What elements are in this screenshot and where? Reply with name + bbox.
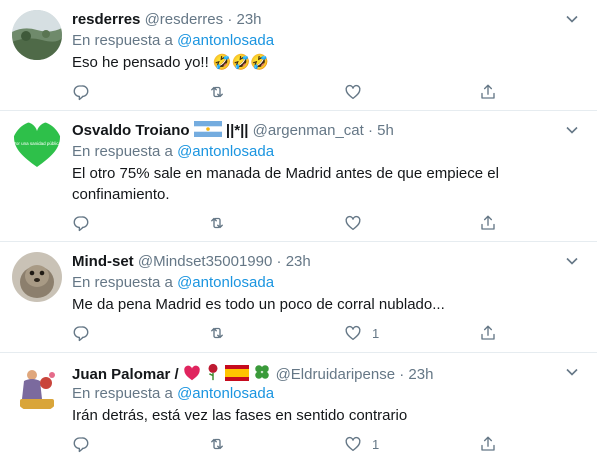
action-bar [72,82,502,102]
separator: · [367,122,373,139]
mention-link[interactable]: @antonlosada [177,143,274,160]
avatar-caption: Por una sanidad pública [13,141,62,146]
reply-button[interactable] [72,323,90,343]
tweet[interactable]: Por una sanidad pública Osvaldo Troiano … [0,111,597,242]
tweet-header: resderres @resderres · 23h [72,10,587,30]
like-count: 1 [372,325,380,341]
tweet[interactable]: Juan Palomar / @Eldruidaripense · 23h En… [0,353,597,459]
timestamp[interactable]: 23h [408,366,433,383]
retweet-icon [211,217,223,229]
like-button[interactable] [344,82,372,102]
tweet-header: Osvaldo Troiano ||*|| @argenman_cat · 5h [72,121,587,141]
chevron-down-icon[interactable] [565,12,579,26]
chevron-down-icon[interactable] [565,123,579,137]
reply-prefix: En respuesta a [72,274,173,291]
tweet[interactable]: resderres @resderres · 23h En respuesta … [0,0,597,111]
tweet-text: El otro 75% sale en manada de Madrid ant… [72,165,499,203]
user-handle[interactable]: @Mindset35001990 [138,253,273,270]
reply-button[interactable] [72,213,90,233]
user-handle[interactable]: @Eldruidaripense [276,366,395,383]
reply-icon [73,85,89,101]
like-count: 1 [372,436,380,452]
tweet[interactable]: Mind-set @Mindset35001990 · 23h En respu… [0,242,597,353]
like-button[interactable] [344,213,372,233]
four-leaf-clover-icon [255,365,270,379]
action-bar [72,213,502,233]
timestamp[interactable]: 23h [286,253,311,270]
action-bar: 1 [72,434,502,454]
reply-context: En respuesta a @antonlosada [72,31,587,51]
reply-context: En respuesta a @antonlosada [72,273,587,293]
reply-context: En respuesta a @antonlosada [72,142,587,162]
tweet-header: Mind-set @Mindset35001990 · 23h [72,252,587,272]
landscape-photo-avatar [12,10,62,60]
share-button[interactable] [479,323,497,343]
separator: · [399,366,405,383]
display-name[interactable]: Osvaldo Troiano [72,122,190,139]
like-icon [345,436,361,452]
share-icon [481,436,495,451]
share-button[interactable] [479,213,497,233]
retweet-button[interactable] [208,323,226,343]
reply-prefix: En respuesta a [72,32,173,49]
display-name-suffix: ||*|| [225,122,249,139]
share-icon [481,215,495,230]
timestamp[interactable]: 5h [377,122,394,139]
retweet-button[interactable] [208,82,226,102]
retweet-button[interactable] [208,213,226,233]
tweet-header: Juan Palomar / @Eldruidaripense · 23h [72,363,587,383]
like-icon [345,215,361,231]
chevron-down-icon[interactable] [565,365,579,379]
retweet-icon [211,86,223,98]
reply-icon [73,437,89,453]
tweet-text: Me da pena Madrid es todo un poco de cor… [72,296,445,313]
reply-prefix: En respuesta a [72,385,173,402]
avatar[interactable] [12,252,62,302]
tweet-text: Eso he pensado yo!! 🤣🤣🤣 [72,54,269,71]
share-button[interactable] [479,434,497,454]
red-heart-icon [184,365,200,381]
avatar[interactable] [12,10,62,60]
reply-feed: resderres @resderres · 23h En respuesta … [0,0,597,459]
reply-icon [73,216,89,232]
seal-photo-avatar [12,252,62,302]
action-bar: 1 [72,323,502,343]
user-handle[interactable]: @argenman_cat [253,122,364,139]
reply-button[interactable] [72,82,90,102]
user-handle[interactable]: @resderres [145,11,224,28]
retweet-button[interactable] [208,434,226,454]
spain-flag-icon [225,365,250,381]
chevron-down-icon[interactable] [565,254,579,268]
display-name[interactable]: Juan Palomar / [72,366,179,383]
reply-context: En respuesta a @antonlosada [72,384,587,404]
green-heart-avatar: Por una sanidad pública [12,121,62,171]
like-button[interactable]: 1 [344,323,379,343]
retweet-icon [211,438,223,450]
reply-button[interactable] [72,434,90,454]
separator: · [227,11,233,28]
rose-icon [208,363,218,381]
share-icon [481,84,495,99]
reply-prefix: En respuesta a [72,143,173,160]
mention-link[interactable]: @antonlosada [177,274,274,291]
share-icon [481,325,495,340]
retweet-icon [211,327,223,339]
tweet-text: Irán detrás, está vez las fases en senti… [72,407,408,424]
avatar[interactable] [12,363,62,413]
figurine-photo-avatar [12,363,62,413]
separator: · [276,253,282,270]
avatar[interactable]: Por una sanidad pública [12,121,62,171]
argentina-flag-icon [193,121,222,137]
mention-link[interactable]: @antonlosada [177,385,274,402]
display-name[interactable]: resderres [72,11,140,28]
timestamp[interactable]: 23h [237,11,262,28]
display-name[interactable]: Mind-set [72,253,134,270]
share-button[interactable] [479,82,497,102]
mention-link[interactable]: @antonlosada [177,32,274,49]
like-button[interactable]: 1 [344,434,379,454]
like-icon [345,325,361,341]
like-icon [345,84,361,100]
reply-icon [73,326,89,342]
